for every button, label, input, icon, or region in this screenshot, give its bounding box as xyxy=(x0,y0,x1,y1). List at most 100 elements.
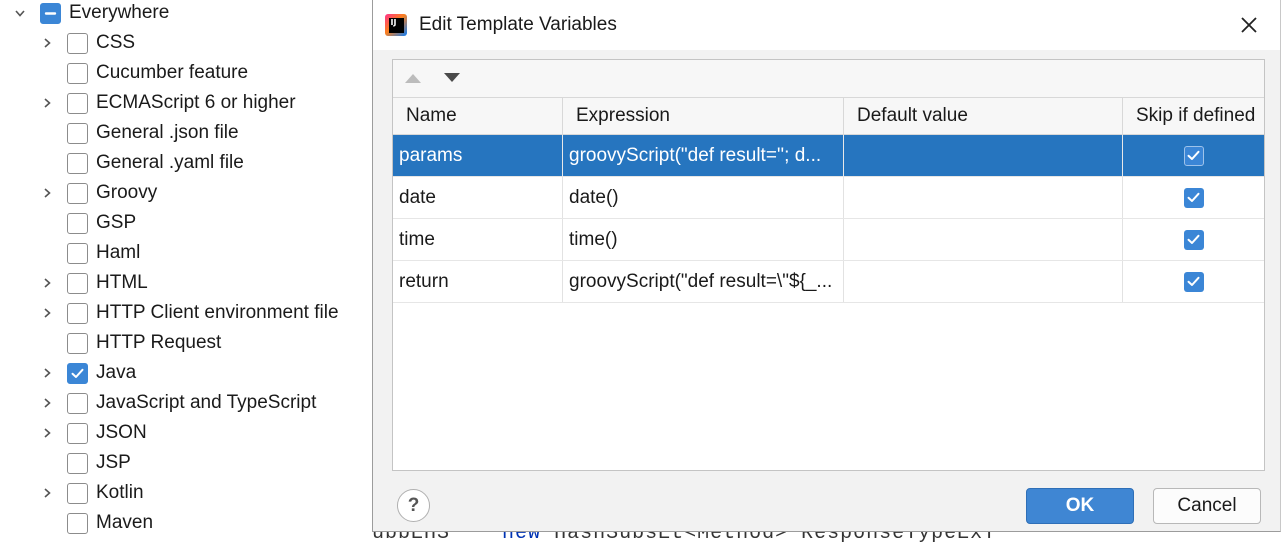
tree-item-checkbox[interactable] xyxy=(67,92,88,114)
tree-item[interactable]: JavaScript and TypeScript xyxy=(44,388,316,418)
help-button[interactable]: ? xyxy=(397,489,430,522)
chevron-right-icon[interactable] xyxy=(40,426,54,440)
tree-item-checkbox[interactable] xyxy=(40,2,61,24)
move-up-button[interactable] xyxy=(403,69,423,87)
tree-item-checkbox[interactable] xyxy=(67,122,88,144)
skip-if-defined-checkbox[interactable] xyxy=(1183,187,1204,208)
tree-item[interactable]: HTTP Request xyxy=(67,328,221,358)
skip-if-defined-checkbox[interactable] xyxy=(1183,145,1204,166)
cell-expression[interactable]: groovyScript("def result=''; d... xyxy=(563,135,844,176)
cell-default-value[interactable] xyxy=(844,261,1123,302)
tree-item[interactable]: CSS xyxy=(44,28,136,58)
scope-tree: Everywhere CSS Cucumber feature ECMAScript … xyxy=(0,0,372,543)
tree-item-checkbox[interactable] xyxy=(67,332,88,354)
editor-fragment: HashSubsEt<Method> ResponseTypeExT xyxy=(554,532,996,543)
tree-item[interactable]: Java xyxy=(44,358,137,388)
tree-item[interactable]: JSON xyxy=(44,418,147,448)
cell-name[interactable]: date xyxy=(393,177,563,218)
column-header-default-value[interactable]: Default value xyxy=(844,98,1123,134)
chevron-right-icon[interactable] xyxy=(40,186,54,200)
skip-if-defined-checkbox[interactable] xyxy=(1183,271,1204,292)
tree-item[interactable]: GSP xyxy=(67,208,136,238)
tree-item-label: CSS xyxy=(96,32,136,53)
tree-item-label: HTML xyxy=(96,272,148,293)
cancel-button[interactable]: Cancel xyxy=(1153,488,1261,524)
tree-item[interactable]: Cucumber feature xyxy=(67,58,248,88)
tree-item[interactable]: Haml xyxy=(67,238,140,268)
tree-item-checkbox[interactable] xyxy=(67,392,88,414)
tree-item-label: JSON xyxy=(96,422,147,443)
tree-item-label: Java xyxy=(96,362,137,383)
chevron-right-icon[interactable] xyxy=(40,366,54,380)
tree-item-checkbox[interactable] xyxy=(67,452,88,474)
close-icon xyxy=(1241,17,1257,33)
tree-item-checkbox[interactable] xyxy=(67,272,88,294)
editor-fragment: ubbEHS xyxy=(372,532,450,543)
close-button[interactable] xyxy=(1236,12,1262,38)
table-row[interactable]: return groovyScript("def result=\"${_... xyxy=(393,261,1264,303)
column-header-name[interactable]: Name xyxy=(393,98,563,134)
tree-item[interactable]: Everywhere xyxy=(15,0,170,28)
tree-item-checkbox[interactable] xyxy=(67,512,88,534)
tree-item[interactable]: Maven xyxy=(67,508,153,538)
table-row[interactable]: time time() xyxy=(393,219,1264,261)
table-row[interactable]: params groovyScript("def result=''; d... xyxy=(393,135,1264,177)
skip-if-defined-checkbox[interactable] xyxy=(1183,229,1204,250)
tree-item-label: Everywhere xyxy=(69,2,170,23)
cell-default-value[interactable] xyxy=(844,135,1123,176)
variables-table: Name Expression Default value Skip if de… xyxy=(393,97,1264,303)
cell-skip-if-defined xyxy=(1123,135,1264,176)
tree-item[interactable]: Kotlin xyxy=(44,478,144,508)
tree-item[interactable]: HTML xyxy=(44,268,148,298)
tree-item-checkbox[interactable] xyxy=(67,302,88,324)
tree-item-label: General .json file xyxy=(96,122,239,143)
tree-item-checkbox[interactable] xyxy=(67,422,88,444)
chevron-right-icon[interactable] xyxy=(40,306,54,320)
tree-item-checkbox[interactable] xyxy=(67,482,88,504)
tree-item-label: HTTP Client environment file xyxy=(96,302,339,323)
cell-default-value[interactable] xyxy=(844,177,1123,218)
column-header-skip-if-defined[interactable]: Skip if defined xyxy=(1123,98,1264,134)
tree-item-checkbox[interactable] xyxy=(67,362,88,384)
variables-panel: Name Expression Default value Skip if de… xyxy=(392,59,1265,471)
tree-item[interactable]: General .json file xyxy=(67,118,239,148)
tree-item-checkbox[interactable] xyxy=(67,212,88,234)
column-header-expression[interactable]: Expression xyxy=(563,98,844,134)
cell-default-value[interactable] xyxy=(844,219,1123,260)
chevron-down-icon[interactable] xyxy=(13,6,27,20)
tree-item[interactable]: HTTP Client environment file xyxy=(44,298,339,328)
tree-item-checkbox[interactable] xyxy=(67,62,88,84)
chevron-right-icon[interactable] xyxy=(40,276,54,290)
editor-background: ubbEHS new HashSubsEt<Method> ResponseTy… xyxy=(372,532,1281,543)
cell-name[interactable]: params xyxy=(393,135,563,176)
table-row[interactable]: date date() xyxy=(393,177,1264,219)
move-down-button[interactable] xyxy=(442,69,462,87)
cell-expression[interactable]: time() xyxy=(563,219,844,260)
cell-skip-if-defined xyxy=(1123,261,1264,302)
tree-item-checkbox[interactable] xyxy=(67,32,88,54)
tree-item-label: Maven xyxy=(96,512,154,533)
editor-keyword: new xyxy=(502,532,541,543)
ok-button[interactable]: OK xyxy=(1026,488,1134,524)
tree-item[interactable]: ECMAScript 6 or higher xyxy=(44,88,296,118)
chevron-right-icon[interactable] xyxy=(40,36,54,50)
cell-skip-if-defined xyxy=(1123,219,1264,260)
tree-item[interactable]: General .yaml file xyxy=(67,148,244,178)
chevron-right-icon[interactable] xyxy=(40,96,54,110)
tree-item-checkbox[interactable] xyxy=(67,152,88,174)
tree-item-label: Kotlin xyxy=(96,482,144,503)
table-toolbar xyxy=(393,60,1264,97)
tree-item-checkbox[interactable] xyxy=(67,242,88,264)
cell-name[interactable]: return xyxy=(393,261,563,302)
chevron-right-icon[interactable] xyxy=(40,486,54,500)
cell-skip-if-defined xyxy=(1123,177,1264,218)
cell-expression[interactable]: groovyScript("def result=\"${_... xyxy=(563,261,844,302)
tree-item[interactable]: JSP xyxy=(67,448,131,478)
cell-expression[interactable]: date() xyxy=(563,177,844,218)
tree-item[interactable]: Groovy xyxy=(44,178,157,208)
tree-item-checkbox[interactable] xyxy=(67,182,88,204)
chevron-right-icon[interactable] xyxy=(40,396,54,410)
cell-name[interactable]: time xyxy=(393,219,563,260)
table-header: Name Expression Default value Skip if de… xyxy=(393,97,1264,135)
triangle-up-icon xyxy=(405,74,421,83)
